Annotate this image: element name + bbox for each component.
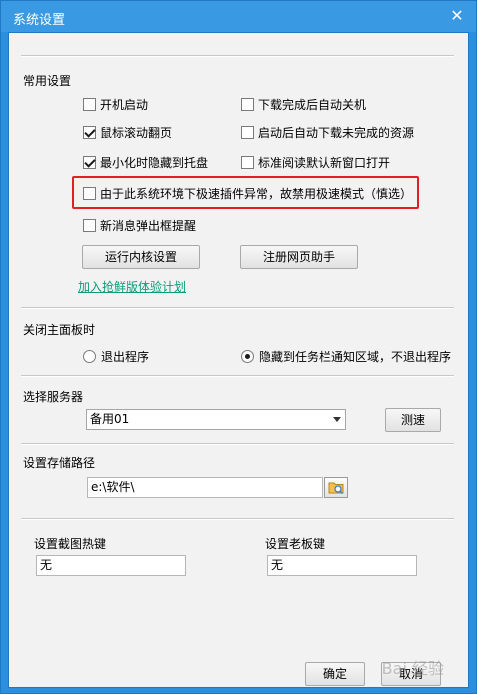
resume-downloads-checkbox[interactable]: 启动后自动下载未完成的资源 <box>241 124 414 141</box>
checkbox-box[interactable] <box>241 156 254 169</box>
popup-reminder-label: 新消息弹出框提醒 <box>100 219 197 233</box>
server-select[interactable]: 备用01 <box>86 409 346 430</box>
storage-path-input[interactable]: e:\软件\ <box>87 477 323 498</box>
storage-heading: 设置存储路径 <box>23 456 96 470</box>
boss-key-label: 设置老板键 <box>265 537 326 551</box>
screenshot-hotkey-label: 设置截图热键 <box>34 537 107 551</box>
checkbox-box-checked[interactable] <box>83 156 96 169</box>
close-button[interactable]: ✕ <box>446 6 468 26</box>
auto-start-label: 开机启动 <box>100 98 149 112</box>
checkbox-box[interactable] <box>83 98 96 111</box>
speed-test-button[interactable]: 测速 <box>385 408 441 432</box>
settings-panel: 常用设置 开机启动 鼠标滚动翻页 最小化时隐藏到托盘 下载完成后自动关机 启动后… <box>8 32 469 688</box>
popup-reminder-checkbox[interactable]: 新消息弹出框提醒 <box>83 217 196 234</box>
exit-program-radio[interactable]: 退出程序 <box>83 348 149 365</box>
checkbox-box[interactable] <box>241 98 254 111</box>
shutdown-after-download-label: 下载完成后自动关机 <box>258 98 367 112</box>
hide-to-tray-label: 隐藏到任务栏通知区域，不退出程序 <box>259 350 452 364</box>
experience-program-link[interactable]: 加入抢鲜版体验计划 <box>78 278 186 295</box>
folder-icon <box>328 482 344 495</box>
disable-speed-mode-checkbox[interactable]: 由于此系统环境下极速插件异常，故禁用极速模式（慎选） <box>83 185 412 202</box>
hide-to-tray-radio[interactable]: 隐藏到任务栏通知区域，不退出程序 <box>241 348 451 365</box>
server-selected-value: 备用01 <box>90 412 130 426</box>
screenshot-hotkey-value: 无 <box>40 558 53 572</box>
new-window-reading-checkbox[interactable]: 标准阅读默认新窗口打开 <box>241 154 390 171</box>
checkbox-box[interactable] <box>241 126 254 139</box>
chevron-down-icon[interactable] <box>333 417 341 422</box>
ok-button[interactable]: 确定 <box>305 662 365 686</box>
watermark-logo: Bai 经验 <box>381 659 444 678</box>
scroll-page-label: 鼠标滚动翻页 <box>100 126 173 140</box>
boss-key-value: 无 <box>271 558 284 572</box>
radio-button-selected[interactable] <box>241 350 254 363</box>
browse-folder-button[interactable] <box>324 477 348 498</box>
kernel-settings-button[interactable]: 运行内核设置 <box>82 245 200 269</box>
common-settings-heading: 常用设置 <box>23 74 72 88</box>
auto-start-checkbox[interactable]: 开机启动 <box>83 96 148 113</box>
checkbox-box-checked[interactable] <box>83 126 96 139</box>
exit-program-label: 退出程序 <box>101 350 150 364</box>
separator <box>21 375 454 377</box>
server-heading: 选择服务器 <box>23 390 84 404</box>
screenshot-hotkey-input[interactable]: 无 <box>36 555 186 576</box>
shutdown-after-download-checkbox[interactable]: 下载完成后自动关机 <box>241 96 366 113</box>
minimize-tray-checkbox[interactable]: 最小化时隐藏到托盘 <box>83 154 208 171</box>
new-window-reading-label: 标准阅读默认新窗口打开 <box>258 156 391 170</box>
minimize-tray-label: 最小化时隐藏到托盘 <box>100 156 209 170</box>
window-title: 系统设置 <box>13 13 66 28</box>
radio-button[interactable] <box>83 350 96 363</box>
close-panel-heading: 关闭主面板时 <box>23 323 96 337</box>
storage-path-value: e:\软件\ <box>91 480 135 494</box>
separator <box>21 443 454 445</box>
separator <box>21 307 454 309</box>
scroll-page-checkbox[interactable]: 鼠标滚动翻页 <box>83 124 172 141</box>
top-separator <box>21 55 454 57</box>
register-helper-button[interactable]: 注册网页助手 <box>240 245 358 269</box>
settings-window: 系统设置 ✕ 常用设置 开机启动 鼠标滚动翻页 最小化时隐藏到托盘 下载完成后自… <box>0 0 477 694</box>
checkbox-box[interactable] <box>83 187 96 200</box>
title-bar[interactable]: 系统设置 ✕ <box>1 1 476 32</box>
resume-downloads-label: 启动后自动下载未完成的资源 <box>258 126 415 140</box>
checkbox-box[interactable] <box>83 219 96 232</box>
separator <box>21 518 454 520</box>
boss-key-input[interactable]: 无 <box>267 555 417 576</box>
disable-speed-mode-label: 由于此系统环境下极速插件异常，故禁用极速模式（慎选） <box>100 187 413 201</box>
